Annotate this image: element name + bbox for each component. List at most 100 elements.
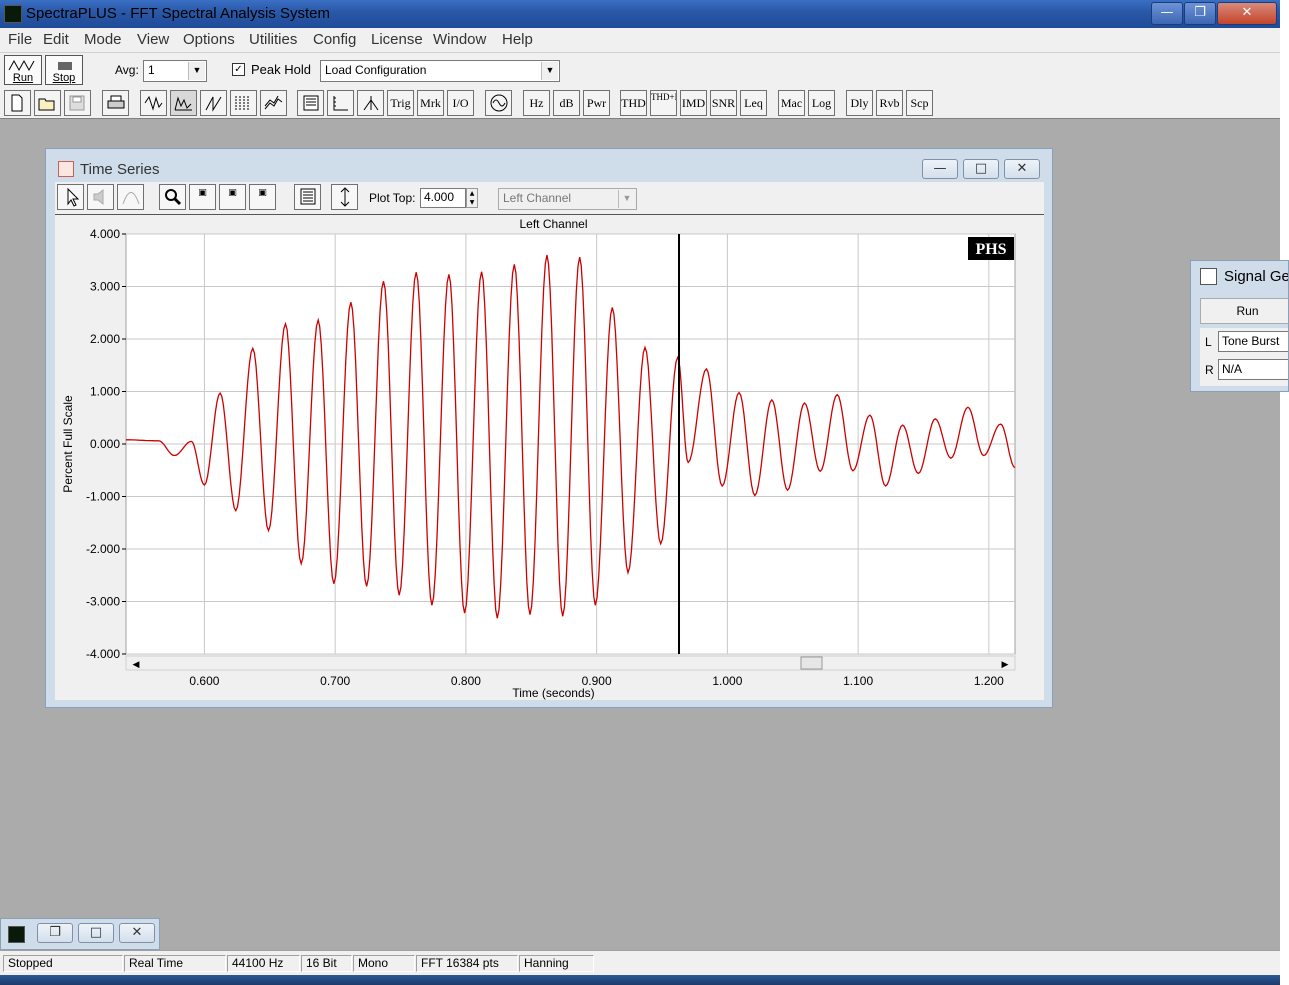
main-toolbar: Run Stop Avg: 1 ▼ ✓ Peak Hold Load Confi… bbox=[0, 52, 1280, 89]
ts-close-button[interactable]: ✕ bbox=[1004, 159, 1040, 179]
io-button[interactable]: I/O bbox=[447, 90, 474, 116]
signal-generator-icon[interactable] bbox=[1200, 268, 1217, 285]
menu-window[interactable]: Window bbox=[433, 31, 486, 48]
ts-maximize-button[interactable]: □ bbox=[963, 159, 999, 179]
sg-right-waveform-select[interactable]: N/A bbox=[1218, 359, 1288, 380]
menu-options[interactable]: Options bbox=[183, 31, 235, 48]
restore-icon: ❐ bbox=[49, 925, 61, 940]
peak-button[interactable] bbox=[117, 184, 144, 210]
signal-generator-run-button[interactable]: Run bbox=[1200, 298, 1288, 324]
signal-generator-button[interactable] bbox=[485, 90, 512, 116]
menu-mode[interactable]: Mode bbox=[84, 31, 122, 48]
x-axis-label: Time (seconds) bbox=[512, 686, 594, 700]
plot-top-input[interactable]: 4.000 bbox=[420, 188, 466, 208]
avg-select[interactable]: 1 ▼ bbox=[143, 60, 207, 82]
marker-button[interactable]: Mrk bbox=[417, 90, 444, 116]
print-button[interactable] bbox=[102, 90, 129, 116]
time-series-client: ▣ ▣ ▣ Plot Top: 4.000 ▲ ▼ Left Channel ▼ … bbox=[55, 182, 1044, 700]
settings-button[interactable] bbox=[297, 90, 324, 116]
sg-right-label: R bbox=[1205, 363, 1214, 377]
menu-utilities[interactable]: Utilities bbox=[249, 31, 297, 48]
ts-minimize-button[interactable]: — bbox=[922, 159, 958, 179]
menu-file[interactable]: File bbox=[8, 31, 32, 48]
new-icon bbox=[11, 94, 23, 112]
menu-view[interactable]: View bbox=[137, 31, 169, 48]
zoom-out-2x-button[interactable]: ▣ bbox=[219, 184, 246, 210]
thd-button[interactable]: THD bbox=[620, 90, 647, 116]
horizontal-scrollbar[interactable] bbox=[125, 655, 1016, 671]
plot-settings-button[interactable] bbox=[294, 184, 321, 210]
zoom-out-full-button[interactable]: ▣ bbox=[249, 184, 276, 210]
menu-license[interactable]: License bbox=[371, 31, 423, 48]
status-bits: 16 Bit bbox=[301, 955, 352, 972]
minimize-button[interactable]: — bbox=[1151, 2, 1183, 25]
thd-n-button[interactable]: THD+N bbox=[650, 90, 677, 116]
imd-button[interactable]: IMD bbox=[680, 90, 707, 116]
app-icon[interactable] bbox=[4, 5, 22, 23]
time-series-button[interactable] bbox=[140, 90, 167, 116]
menu-config[interactable]: Config bbox=[313, 31, 356, 48]
spectrum-button[interactable] bbox=[170, 90, 197, 116]
scaling-icon bbox=[333, 96, 348, 111]
save-icon bbox=[69, 95, 85, 111]
scope-button[interactable]: Scp bbox=[906, 90, 933, 116]
desktop-edge bbox=[1280, 0, 1289, 985]
trig-button[interactable]: Trig bbox=[387, 90, 414, 116]
scaling-button[interactable] bbox=[327, 90, 354, 116]
close-button-min[interactable]: ✕ bbox=[119, 923, 155, 943]
spectrum-app-icon[interactable] bbox=[8, 926, 25, 943]
new-button[interactable] bbox=[4, 90, 31, 116]
spectrogram-button[interactable] bbox=[230, 90, 257, 116]
time-series-window-icon[interactable] bbox=[58, 161, 74, 177]
save-button[interactable] bbox=[64, 90, 91, 116]
maximize-button-min[interactable]: □ bbox=[78, 923, 114, 943]
close-button[interactable]: ✕ bbox=[1217, 2, 1277, 25]
x-tick-label: 1.000 bbox=[712, 674, 742, 688]
pointer-button[interactable] bbox=[57, 184, 84, 210]
status-window: Hanning bbox=[519, 955, 594, 972]
db-button[interactable]: dB bbox=[553, 90, 580, 116]
open-button[interactable] bbox=[34, 90, 61, 116]
3d-surface-button[interactable] bbox=[260, 90, 287, 116]
phase-button[interactable] bbox=[200, 90, 227, 116]
macro-button[interactable]: Mac bbox=[778, 90, 805, 116]
run-button[interactable]: Run bbox=[4, 55, 42, 85]
configuration-select[interactable]: Load Configuration ▼ bbox=[320, 60, 560, 82]
y-axis-label: Percent Full Scale bbox=[61, 395, 75, 493]
plot-top-spinner[interactable]: ▲ ▼ bbox=[466, 188, 478, 208]
menu-help[interactable]: Help bbox=[502, 31, 533, 48]
zoom-button[interactable] bbox=[159, 184, 186, 210]
scroll-left-arrow-icon[interactable]: ◀ bbox=[133, 660, 140, 670]
print-icon bbox=[107, 95, 125, 109]
sg-left-waveform-select[interactable]: Tone Burst bbox=[1218, 331, 1288, 352]
zoom-in-2x-button[interactable]: ▣ bbox=[189, 184, 216, 210]
leq-button[interactable]: Leq bbox=[740, 90, 767, 116]
menu-bar: File Edit Mode View Options Utilities Co… bbox=[0, 28, 1280, 52]
arrow-up-icon: ▲ bbox=[469, 190, 475, 197]
pwr-button[interactable]: Pwr bbox=[583, 90, 610, 116]
menu-edit[interactable]: Edit bbox=[43, 31, 69, 48]
speaker-button[interactable] bbox=[87, 184, 114, 210]
settings-icon bbox=[303, 95, 319, 111]
peak-icon bbox=[122, 192, 139, 205]
maximize-button[interactable]: ❐ bbox=[1184, 2, 1216, 25]
snr-button[interactable]: SNR bbox=[710, 90, 737, 116]
peak-hold-checkbox[interactable]: ✓ bbox=[232, 63, 245, 76]
time-series-chart[interactable]: 0.600 0.700 0.800 0.900 1.000 1.100 1.2004.000… bbox=[55, 215, 1044, 700]
stop-button[interactable]: Stop bbox=[45, 55, 83, 85]
channel-select[interactable]: Left Channel ▼ bbox=[498, 188, 637, 210]
plot-area: 0.600 0.700 0.800 0.900 1.000 1.100 1.200 4.000… bbox=[55, 214, 1044, 700]
reverb-button[interactable]: Rvb bbox=[876, 90, 903, 116]
hz-button[interactable]: Hz bbox=[523, 90, 550, 116]
restore-button[interactable]: ❐ bbox=[37, 923, 73, 943]
delay-button[interactable]: Dly bbox=[846, 90, 873, 116]
trigger-button[interactable] bbox=[357, 90, 384, 116]
plot-top-label: Plot Top: bbox=[369, 191, 416, 205]
analysis-toolbar: Trig Mrk I/O Hz dB Pwr THD THD+N IMD SNR… bbox=[0, 88, 1280, 119]
log-button[interactable]: Log bbox=[808, 90, 835, 116]
scrollbar-thumb[interactable] bbox=[800, 656, 823, 670]
vertical-scale-button[interactable] bbox=[331, 184, 358, 210]
stop-icon bbox=[58, 62, 72, 70]
y-tick-label: 4.000 bbox=[90, 227, 120, 241]
scroll-right-arrow-icon[interactable]: ▶ bbox=[1002, 660, 1009, 670]
